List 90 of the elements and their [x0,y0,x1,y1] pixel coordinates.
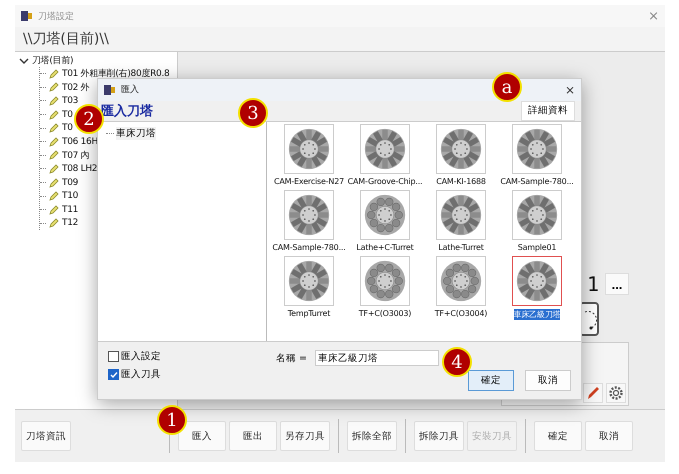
turret-icon [439,258,483,303]
tree-item[interactable]: T08 LH2 [62,164,98,174]
pencil-icon [49,82,59,92]
pencil-icon [49,178,59,188]
settings-icon[interactable] [606,383,626,403]
turret-name: 車床乙級刀塔 [514,308,560,320]
turret-icon [515,258,559,303]
tree-item[interactable]: T0 [62,123,73,134]
toolbar-button[interactable]: 拆除刀具 [414,421,464,451]
cancel-button[interactable]: 取消 [525,370,571,391]
pencil-icon [49,136,59,147]
turret-icon [363,258,407,303]
turret-thumbnail[interactable] [360,124,410,174]
turret-name: CAM-Sample-780... [272,242,346,252]
pencil-icon [49,218,59,228]
chevron-icon[interactable] [19,56,30,64]
turret-name: TF+C(O3003) [358,308,412,318]
pencil-icon[interactable] [583,383,603,403]
index-icon[interactable] [579,302,599,336]
turret-name: TempTurret [288,308,330,318]
turret-thumbnail[interactable] [512,124,562,174]
turret-icon [363,126,407,171]
toolbar-button[interactable]: 取消 [585,421,633,451]
toolbar-button[interactable]: 確定 [534,421,582,451]
tree-item[interactable]: T10 [62,191,78,202]
turret-thumbnail[interactable] [360,256,410,306]
path-label: \\刀塔(目前)\\ [23,30,109,48]
turret-name: CAM-Sample-780... [500,176,574,186]
more-button[interactable]: ... [605,273,629,295]
name-label: 名稱 = [276,352,307,364]
turret-name: Lathe-Turret [438,242,484,252]
tree-item[interactable]: T09 [62,178,78,188]
tree-item[interactable]: T0 [62,110,73,120]
name-field[interactable]: 車床乙級刀塔 [315,350,439,366]
checkbox[interactable] [108,369,119,380]
pencil-icon [49,191,59,202]
turret-icon [363,192,407,237]
turret-icon [439,192,483,237]
turret-thumbnail[interactable] [284,190,334,240]
pencil-icon [49,110,59,120]
checkbox-label: 匯入設定 [121,350,161,363]
tree-item[interactable]: T01 外粗車削(右)80度R0.8 [62,67,170,80]
pencil-icon [49,204,59,215]
turret-icon [515,192,559,237]
turret-icon [287,192,331,237]
turret-thumbnail[interactable] [284,256,334,306]
tree-item[interactable]: 刀塔(目前) [32,54,74,67]
toolbar-button[interactable]: 另存刀具 [280,421,330,451]
tree-item[interactable]: 車床刀塔 [116,126,156,140]
turret-name: Lathe+C-Turret [356,242,414,252]
pencil-icon [49,164,59,174]
pencil-icon [49,96,59,106]
turret-thumbnail[interactable] [436,124,486,174]
close-button[interactable]: × [564,82,575,97]
pencil-icon [49,68,59,79]
window-title: 刀塔設定 [38,10,74,22]
toolbar-button[interactable]: 匯出 [229,421,277,451]
turret-name: TF+C(O3004) [434,308,488,318]
turret-name: CAM-Exercise-N27 [274,176,344,186]
turret-icon [287,258,331,303]
tree-item[interactable]: T03 [62,96,78,106]
turret-thumbnail[interactable] [512,256,562,306]
turret-icon [515,126,559,171]
tree-item[interactable]: T07 內 [62,148,90,162]
details-button[interactable]: 詳細資料 [521,100,575,121]
turret-icon [287,126,331,171]
turret-thumbnail[interactable] [436,256,486,306]
turret-thumbnail[interactable] [284,124,334,174]
app-icon [21,10,33,22]
toolbar-button[interactable]: 刀塔資訊 [21,421,71,451]
toolbar-button[interactable]: 拆除全部 [347,421,397,451]
checkbox[interactable] [108,351,119,362]
turret-thumbnail[interactable] [436,190,486,240]
pencil-icon [49,150,59,160]
ok-button[interactable]: 確定 [468,370,514,391]
turret-icon [439,126,483,171]
turret-name: CAM-Groove-Chip... [348,176,422,186]
toolbar-button[interactable]: 匯入 [178,421,226,451]
dialog-title: 匯入 [121,84,139,96]
value-label: 1 [586,272,599,296]
turret-name: Sample01 [518,242,556,252]
tree-item[interactable]: T02 外 [62,80,90,94]
app-icon [104,84,116,96]
turret-name: CAM-KI-1688 [436,176,486,186]
pencil-icon [49,123,59,134]
turret-thumbnail[interactable] [360,190,410,240]
turret-thumbnail[interactable] [512,190,562,240]
tree-item[interactable]: T11 [62,204,78,215]
checkbox-label: 匯入刀具 [121,368,161,381]
tree-item[interactable]: T12 [62,218,78,228]
